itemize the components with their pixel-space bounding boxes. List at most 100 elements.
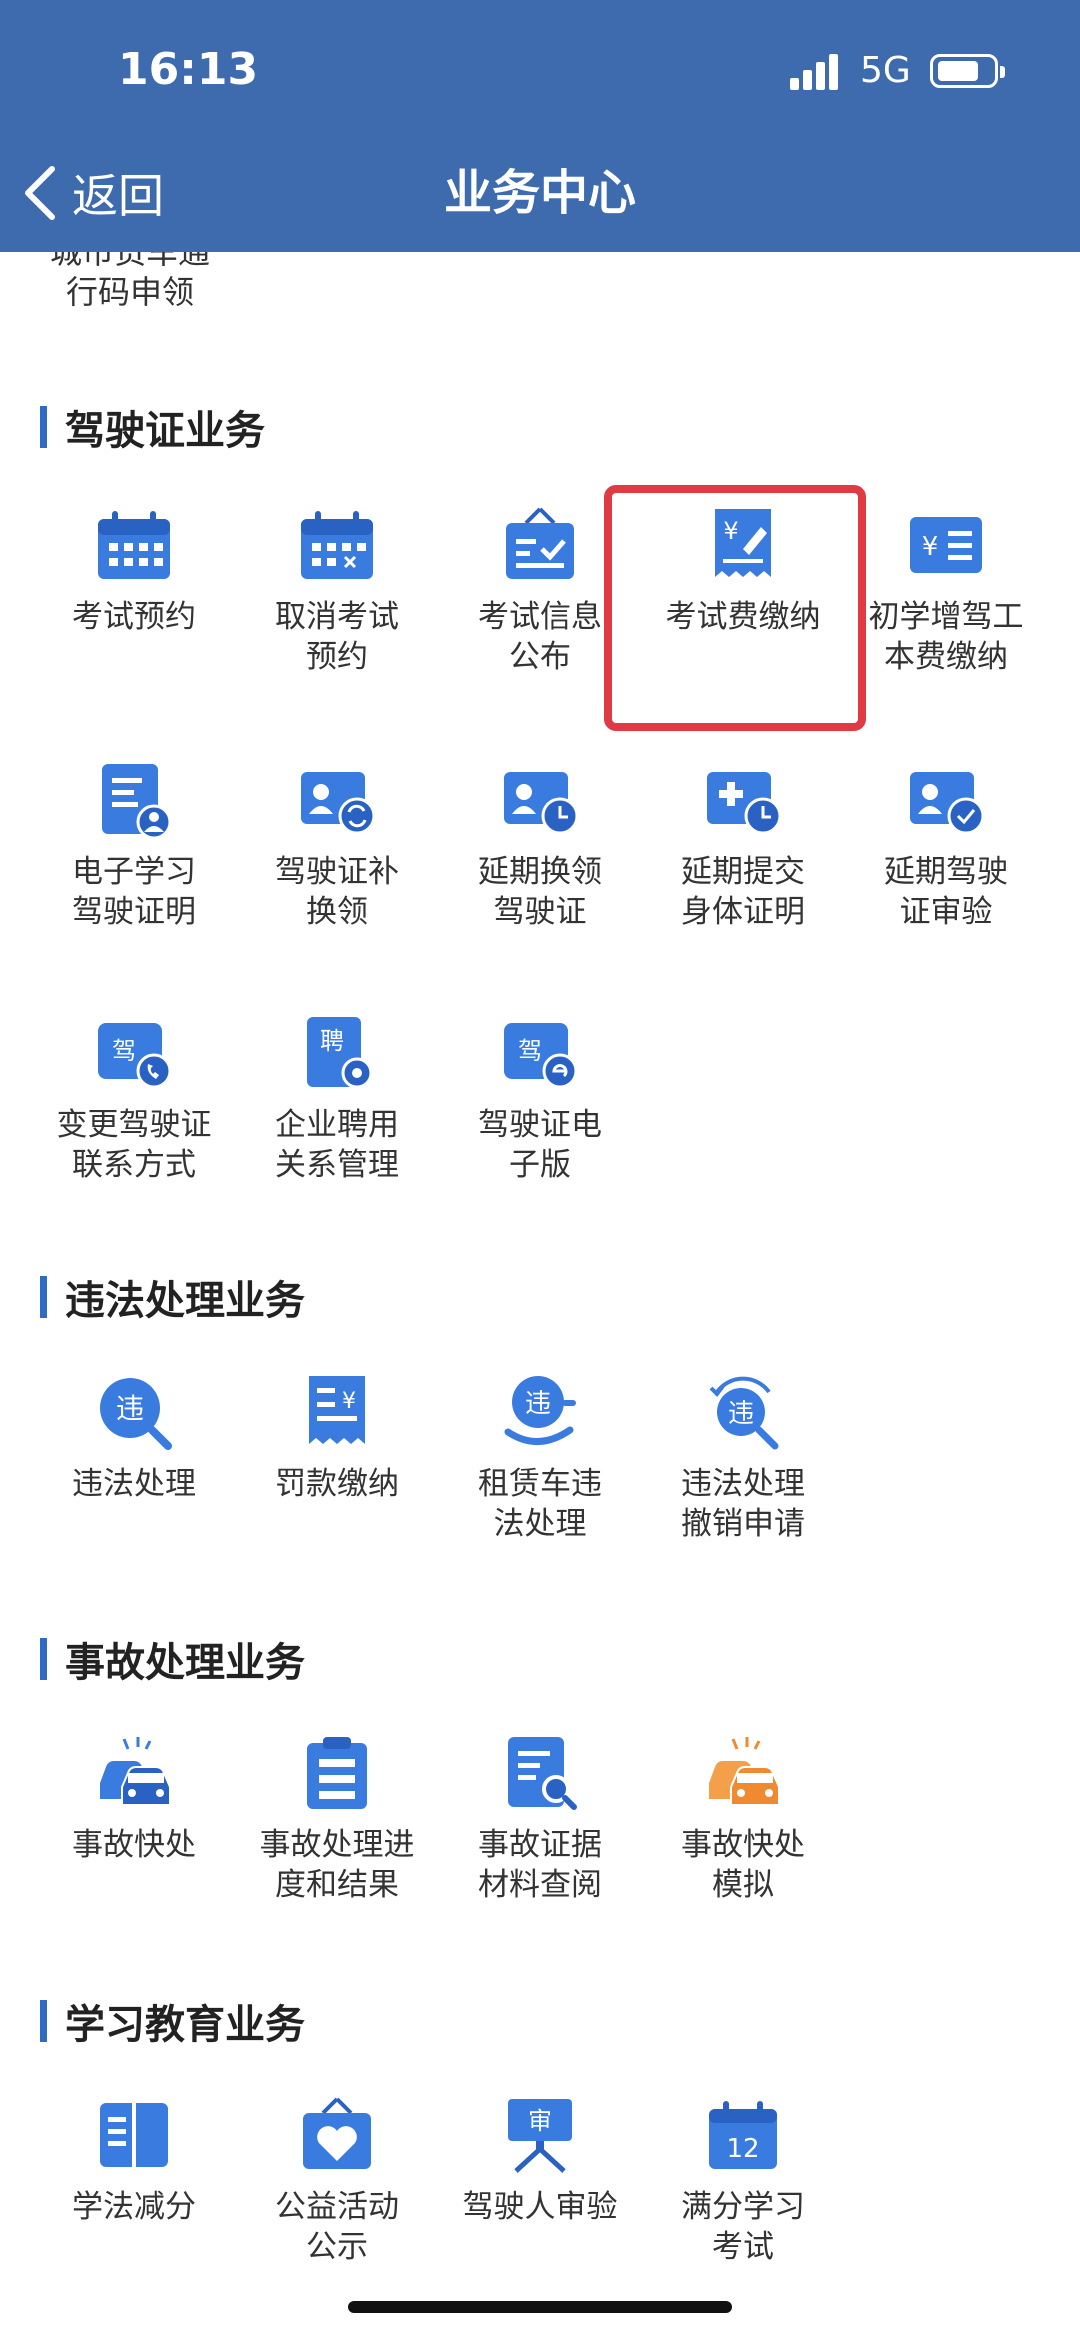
item-label-line2: 换领 (306, 894, 368, 930)
exam-booking-item[interactable]: 考试预约 (34, 505, 234, 637)
law-study-points-item[interactable]: 学法减分 (34, 2095, 234, 2227)
calendar-cancel-icon (301, 511, 373, 579)
calendar-12-icon: 12 (709, 2101, 777, 2169)
svg-text:违: 违 (525, 1389, 551, 1419)
item-label-line1: 罚款缴纳 (275, 1466, 399, 1502)
section-title-accident: 事故处理业务 (40, 1630, 305, 1688)
rental-violation-icon: 违 (504, 1376, 576, 1445)
item-label-line1: 延期换领 (478, 854, 602, 890)
heart-board-icon (303, 2097, 371, 2169)
document-user-icon (102, 764, 172, 840)
e-license-item[interactable]: 驾 驾驶证电 子版 (440, 1013, 640, 1185)
chevron-left-icon (25, 166, 55, 220)
item-label-line1: 违法处理 (681, 1466, 805, 1502)
e-learning-certificate-item[interactable]: 电子学习 驾驶证明 (34, 760, 234, 932)
item-label-line1: 事故快处 (681, 1827, 805, 1863)
cancel-exam-booking-item[interactable]: 取消考试 预约 (237, 505, 437, 677)
network-type: 5G (860, 50, 911, 91)
item-label-line1: 变更驾驶证 (56, 1107, 212, 1143)
item-label-line1: 租赁车违 (478, 1466, 602, 1502)
fine-payment-item[interactable]: ¥ 罚款缴纳 (237, 1372, 437, 1504)
item-label-line1: 满分学习 (681, 2189, 805, 2225)
item-label-line1: 延期提交 (681, 854, 805, 890)
id-card-clock-icon (504, 772, 579, 835)
home-indicator[interactable] (348, 2301, 732, 2313)
document-search-icon (508, 1737, 577, 1810)
highlight-annotation-box (604, 485, 866, 731)
signal-icon (790, 54, 840, 90)
delayed-license-renewal-item[interactable]: 延期换领 驾驶证 (440, 760, 640, 932)
violation-handling-item[interactable]: 违 违法处理 (34, 1372, 234, 1504)
section-title-education: 学习教育业务 (40, 1992, 305, 2050)
id-card-refresh-icon (301, 772, 376, 835)
item-label-line1: 事故快处 (72, 1827, 196, 1863)
svg-text:驾: 驾 (518, 1037, 542, 1065)
review-easel-icon: 审 (508, 2099, 572, 2173)
section-title-license: 驾驶证业务 (40, 398, 265, 456)
item-label-line2: 材料查阅 (478, 1867, 602, 1903)
header-bar: 16:13 5G 返回 业务中心 (0, 0, 1080, 252)
delayed-license-review-item[interactable]: 延期驾驶 证审验 (846, 760, 1046, 932)
svg-text:违: 违 (116, 1392, 144, 1425)
section-marker (40, 2000, 47, 2042)
item-label-line2: 公示 (306, 2229, 368, 2265)
license-replacement-item[interactable]: 驾驶证补 换领 (237, 760, 437, 932)
enterprise-employment-item[interactable]: 聘 企业聘用 关系管理 (237, 1013, 437, 1185)
accident-simulation-item[interactable]: 事故快处 模拟 (643, 1733, 843, 1905)
item-label-line1: 延期驾驶 (884, 854, 1008, 890)
section-title-text: 违法处理业务 (65, 1278, 305, 1324)
change-contact-info-item[interactable]: 驾 变更驾驶证 联系方式 (34, 1013, 234, 1185)
section-title-text: 事故处理业务 (65, 1640, 305, 1686)
e-license-icon: 驾 (504, 1023, 578, 1089)
car-crash-orange-icon (709, 1737, 780, 1806)
item-label-line2: 行码申领 (65, 273, 194, 311)
fine-receipt-icon: ¥ (309, 1376, 365, 1444)
item-label-line2: 预约 (306, 639, 368, 675)
accident-quick-handle-item[interactable]: 事故快处 (34, 1733, 234, 1865)
accident-progress-result-item[interactable]: 事故处理进 度和结果 (237, 1733, 437, 1905)
item-label-line2: 考试 (712, 2229, 774, 2265)
section-marker (40, 1638, 47, 1680)
item-label-line1: 取消考试 (275, 599, 399, 635)
item-label-line2: 法处理 (493, 1506, 587, 1542)
id-card-check-icon (910, 772, 985, 835)
item-label-line2: 关系管理 (275, 1147, 399, 1183)
rental-violation-item[interactable]: 违 租赁车违 法处理 (440, 1372, 640, 1544)
item-label-line2: 驾驶证明 (72, 894, 196, 930)
charity-activity-item[interactable]: 公益活动 公示 (237, 2095, 437, 2267)
item-label-line2: 身体证明 (681, 894, 805, 930)
calendar-icon (98, 511, 170, 579)
svg-text:¥: ¥ (342, 1389, 356, 1414)
item-label-line2: 驾驶证 (493, 894, 587, 930)
driver-review-item[interactable]: 审 驾驶人审验 (440, 2095, 640, 2227)
item-label-line2: 度和结果 (275, 1867, 399, 1903)
item-label-line1: 考试预约 (72, 599, 196, 635)
delayed-health-certificate-item[interactable]: 延期提交 身体证明 (643, 760, 843, 932)
svg-text:审: 审 (528, 2107, 552, 2135)
car-crash-icon (100, 1737, 171, 1806)
violation-revoke-item[interactable]: 违 违法处理 撤销申请 (643, 1372, 843, 1544)
accident-evidence-item[interactable]: 事故证据 材料查阅 (440, 1733, 640, 1905)
item-label-line2: 模拟 (712, 1867, 774, 1903)
item-label-line1: 事故处理进 (259, 1827, 415, 1863)
violation-revoke-icon: 违 (709, 1376, 779, 1450)
svg-text:违: 违 (728, 1399, 754, 1429)
medical-clock-icon (707, 772, 782, 835)
section-title-text: 学习教育业务 (65, 2002, 305, 2048)
section-title-text: 驾驶证业务 (65, 408, 265, 454)
item-label-line2: 子版 (509, 1147, 571, 1183)
item-label-line2: 证审验 (899, 894, 993, 930)
section-marker (40, 1276, 47, 1318)
item-label-line2: 联系方式 (72, 1147, 196, 1183)
section-title-violation: 违法处理业务 (40, 1268, 305, 1326)
license-phone-icon: 驾 (98, 1023, 172, 1089)
learner-fee-payment-item[interactable]: ¥ 初学增驾工 本费缴纳 (846, 505, 1046, 677)
item-label-line1: 驾驶证电 (478, 1107, 602, 1143)
back-button[interactable]: 返回 (22, 158, 164, 228)
bill-yen-icon: ¥ (910, 517, 982, 573)
violation-search-icon: 违 (100, 1378, 172, 1450)
clipboard-list-icon (307, 1737, 367, 1809)
svg-text:聘: 聘 (320, 1027, 344, 1055)
full-score-study-exam-item[interactable]: 12 满分学习 考试 (643, 2095, 843, 2267)
item-label-line2: 本费缴纳 (884, 639, 1008, 675)
